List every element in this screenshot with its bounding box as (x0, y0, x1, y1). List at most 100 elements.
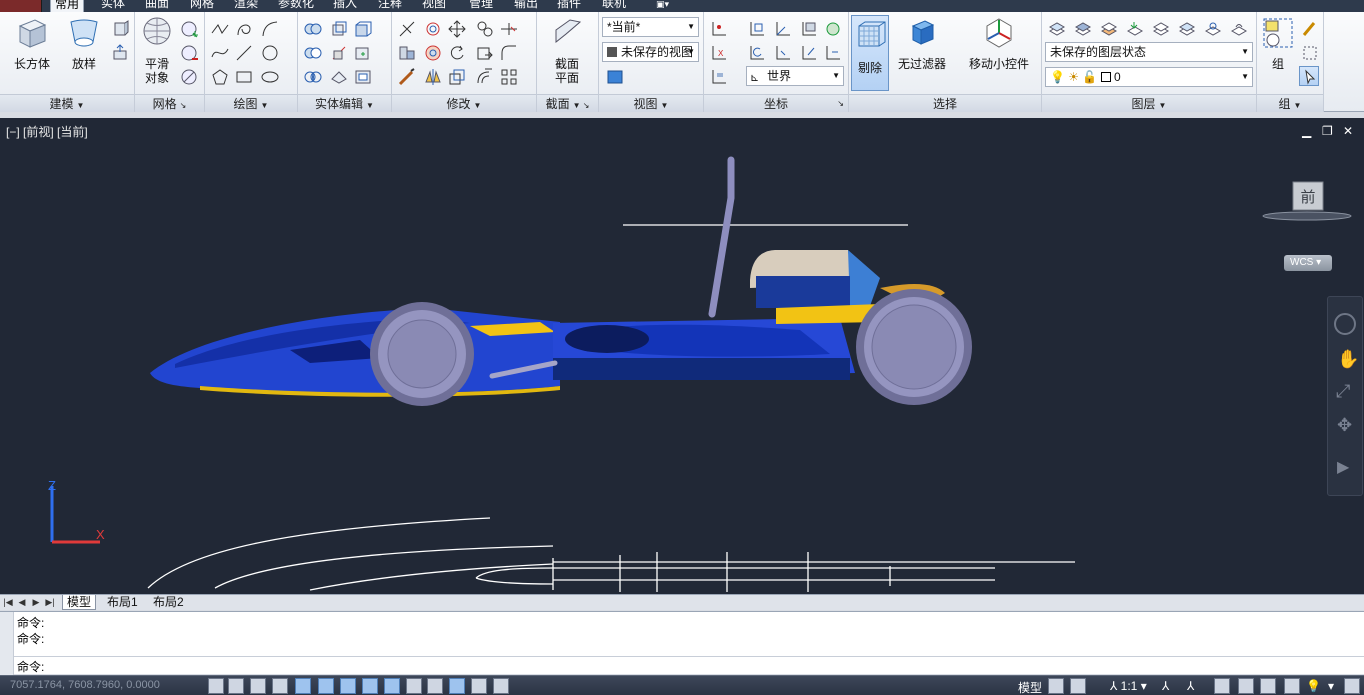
infer-constraints-toggle[interactable] (208, 678, 224, 694)
union-icon[interactable] (302, 18, 322, 38)
named-view-dropdown[interactable]: 未保存的视图 ▼ (602, 42, 699, 62)
prev-layout-icon[interactable]: ◀ (16, 596, 28, 608)
group-edit-icon[interactable] (1299, 18, 1319, 38)
layer-properties-icon[interactable] (1046, 18, 1066, 38)
tab-online[interactable]: 联机 (598, 0, 630, 12)
auto-scale-icon[interactable]: ⅄ (1187, 679, 1194, 693)
layer-states-icon[interactable] (1072, 18, 1092, 38)
separate-icon[interactable] (352, 18, 372, 38)
viewport-controls-label[interactable]: [−] [前视] [当前] (6, 123, 88, 140)
panel-title-section[interactable]: 截面 ▼ ↘ (537, 94, 598, 112)
visual-style-dropdown[interactable]: *当前* ▼ (602, 17, 699, 37)
hardware-acceleration-icon[interactable] (1260, 678, 1276, 694)
scale-icon[interactable] (446, 66, 466, 86)
wcs-menu[interactable]: WCS ▾ (1284, 255, 1332, 271)
layer-match-icon[interactable] (1124, 18, 1144, 38)
align-icon[interactable] (396, 42, 416, 62)
polar-toggle[interactable] (295, 678, 311, 694)
layer-freeze-icon[interactable] (1176, 18, 1196, 38)
ucs-icon[interactable] (708, 18, 738, 38)
stretch-icon[interactable] (474, 42, 494, 62)
snap-toggle[interactable] (228, 678, 244, 694)
panel-title-mesh[interactable]: 网格 ↘ (135, 94, 204, 112)
ucs-z-icon[interactable] (798, 42, 818, 62)
tab-mesh[interactable]: 网格 (186, 0, 218, 12)
thicken-icon[interactable] (328, 66, 348, 86)
move-gizmo-button[interactable]: 移动小控件 (967, 16, 1031, 71)
viewport-close-icon[interactable]: ✕ (1343, 124, 1353, 138)
quick-view-icon[interactable] (1070, 678, 1086, 694)
panel-title-view[interactable]: 视图 ▼ (599, 94, 703, 112)
steering-wheel-icon[interactable] (1334, 313, 1356, 335)
box-button[interactable]: 长方体 (8, 16, 56, 71)
viewport-restore-icon[interactable]: ❐ (1322, 124, 1333, 138)
color-edit-icon[interactable] (396, 66, 416, 86)
ucs-previous-icon[interactable] (746, 42, 766, 62)
last-layout-icon[interactable]: ▶| (44, 596, 56, 608)
ucs-world-icon[interactable] (746, 18, 766, 38)
lightbulb-status-icon[interactable]: 💡 (1306, 679, 1321, 693)
tab-manage[interactable]: 管理 (465, 0, 497, 12)
layout-tab-layout1[interactable]: 布局1 (103, 595, 142, 610)
clean-screen-icon[interactable] (1344, 678, 1360, 694)
tab-view[interactable]: 视图 (418, 0, 450, 12)
selection-cycling-toggle[interactable] (493, 678, 509, 694)
offset-icon[interactable] (474, 66, 494, 86)
ucs-object-icon[interactable] (822, 18, 842, 38)
viewport-minimize-icon[interactable]: ▁ (1302, 124, 1311, 138)
tab-solid[interactable]: 实体 (97, 0, 129, 12)
selection-filter-button[interactable]: 无过滤器 (895, 16, 949, 71)
model-space-label[interactable]: 模型 (1018, 679, 1042, 695)
zoom-icon[interactable]: ⤢ (1336, 381, 1350, 402)
spline-icon[interactable] (209, 42, 229, 62)
move-icon[interactable] (446, 18, 466, 38)
imprint-icon[interactable] (352, 42, 372, 62)
array-icon[interactable] (498, 66, 518, 86)
mirror-3d-icon[interactable] (422, 66, 442, 86)
group-selection-icon[interactable] (1299, 66, 1319, 86)
ungroup-icon[interactable] (1299, 42, 1319, 62)
3d-scene[interactable]: Z X (0, 118, 1364, 594)
dyn-toggle[interactable] (406, 678, 422, 694)
tab-home[interactable]: 常用 (50, 0, 85, 12)
lineweight-toggle[interactable] (427, 678, 443, 694)
3d-osnap-toggle[interactable] (340, 678, 356, 694)
command-input[interactable]: 命令: (14, 656, 1364, 675)
grid-toggle[interactable] (250, 678, 266, 694)
extract-edges-icon[interactable] (328, 18, 348, 38)
annotation-visibility-icon[interactable]: ⅄ (1162, 679, 1169, 693)
workspace-switching-icon[interactable] (1214, 678, 1230, 694)
copy-icon[interactable] (474, 18, 494, 38)
showmotion-icon[interactable]: ▶ (1337, 457, 1349, 477)
layout-tab-model[interactable]: 模型 (62, 595, 97, 610)
section-plane-button[interactable]: 截面 平面 (547, 16, 587, 85)
viewport-config-icon[interactable] (604, 66, 634, 86)
slice-icon[interactable] (328, 42, 348, 62)
layer-state-dropdown[interactable]: 未保存的图层状态 ▼ (1045, 42, 1253, 62)
shell-icon[interactable] (352, 66, 372, 86)
tab-plugins[interactable]: 插件 (553, 0, 585, 12)
ucs-face-icon[interactable] (798, 18, 818, 38)
layer-off-icon[interactable] (1150, 18, 1170, 38)
panel-title-coordinates[interactable]: 坐标 ↘ (704, 94, 848, 112)
mesh-crease-icon[interactable] (178, 66, 198, 86)
first-layout-icon[interactable]: |◀ (2, 596, 14, 608)
lock-ui-icon[interactable] (1238, 678, 1254, 694)
smooth-object-button[interactable]: 平滑 对象 (139, 16, 175, 85)
ucs-named-icon[interactable] (708, 66, 738, 86)
extrude-icon[interactable] (110, 18, 130, 38)
presspull-icon[interactable] (110, 42, 130, 62)
layer-dropdown[interactable]: 💡 ☀ 🔓 0 ▼ (1045, 67, 1253, 87)
layout-view-icon[interactable] (1048, 678, 1064, 694)
quick-properties-toggle[interactable] (471, 678, 487, 694)
tab-output[interactable]: 输出 (510, 0, 542, 12)
circle-icon[interactable] (259, 42, 279, 62)
ellipse-icon[interactable] (259, 66, 279, 86)
rectangle-icon[interactable] (233, 66, 253, 86)
annotation-scale[interactable]: ⅄ 1:1 ▾ (1110, 679, 1147, 693)
layout-tab-layout2[interactable]: 布局2 (149, 595, 188, 610)
panel-title-draw[interactable]: 绘图 ▼ (205, 94, 297, 112)
panel-title-solid-edit[interactable]: 实体编辑 ▼ (298, 94, 391, 112)
next-layout-icon[interactable]: ▶ (30, 596, 42, 608)
application-menu-button[interactable] (0, 0, 42, 12)
